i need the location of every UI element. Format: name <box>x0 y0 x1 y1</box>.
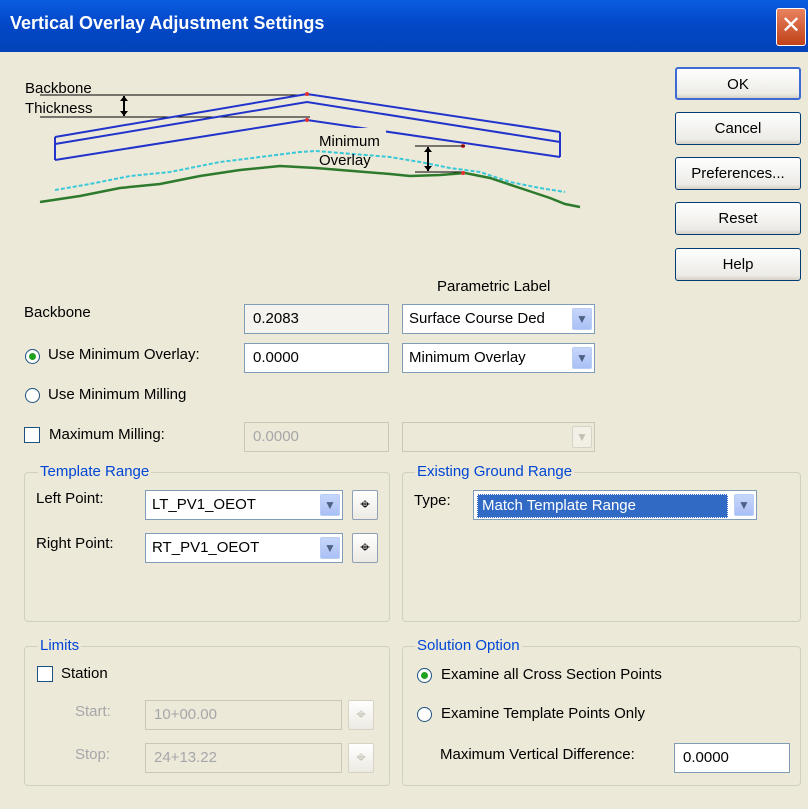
diagram-minimum-label: Minimum <box>319 133 380 150</box>
max-milling-field[interactable]: 0.0000 <box>244 422 389 452</box>
close-button[interactable]: ✕ <box>776 8 806 46</box>
max-vertical-diff-label: Maximum Vertical Difference: <box>440 746 635 763</box>
stop-pick-icon[interactable]: ⌖ <box>348 743 374 773</box>
chevron-down-icon[interactable]: ▼ <box>320 494 340 516</box>
left-point-value: LT_PV1_OEOT <box>152 496 256 513</box>
title-bar: Vertical Overlay Adjustment Settings ✕ <box>0 0 808 52</box>
ok-button[interactable]: OK <box>675 67 801 100</box>
right-point-select[interactable]: RT_PV1_OEOT ▼ <box>145 533 343 563</box>
existing-ground-range-title: Existing Ground Range <box>415 463 575 480</box>
start-label: Start: <box>75 703 111 720</box>
min-overlay-field[interactable]: 0.0000 <box>244 343 389 373</box>
original-ground-line <box>39 164 581 209</box>
diagram-backbone-label: Backbone <box>25 80 92 97</box>
type-select[interactable]: Match Template Range ▼ <box>473 490 757 520</box>
examine-template-radio[interactable] <box>417 707 432 722</box>
cancel-button[interactable]: Cancel <box>675 112 801 145</box>
right-point-label: Right Point: <box>36 535 114 552</box>
min-milling-radio[interactable] <box>25 388 40 403</box>
max-vertical-diff-field[interactable]: 0.0000 <box>674 743 790 773</box>
type-label: Type: <box>414 492 451 509</box>
chevron-down-icon[interactable]: ▼ <box>320 537 340 559</box>
right-point-pick-icon[interactable]: ⌖ <box>352 533 378 563</box>
max-milling-label: Maximum Milling: <box>49 426 165 443</box>
station-checkbox[interactable] <box>37 666 53 682</box>
backbone-parametric-value: Surface Course Ded <box>409 310 545 327</box>
examine-all-radio[interactable] <box>417 668 432 683</box>
stop-field[interactable]: 24+13.22 <box>145 743 342 773</box>
parametric-label-header: Parametric Label <box>437 278 551 295</box>
min-overlay-parametric-select[interactable]: Minimum Overlay ▼ <box>402 343 595 373</box>
backbone-bottom-line <box>54 118 561 161</box>
backbone-label: Backbone <box>24 304 91 321</box>
type-value: Match Template Range <box>477 494 728 518</box>
chevron-down-icon[interactable]: ▼ <box>572 347 592 369</box>
stop-label: Stop: <box>75 746 111 763</box>
max-milling-checkbox[interactable] <box>24 427 40 443</box>
min-overlay-parametric-value: Minimum Overlay <box>409 349 526 366</box>
diagram-thickness-label: Thickness <box>25 100 93 117</box>
station-label: Station <box>61 665 108 682</box>
backbone-field[interactable]: 0.2083 <box>244 304 389 334</box>
chevron-down-icon[interactable]: ▼ <box>572 308 592 330</box>
max-milling-parametric-select[interactable]: ▼ <box>402 422 595 452</box>
help-button[interactable]: Help <box>675 248 801 281</box>
min-overlay-radio[interactable] <box>25 349 40 364</box>
start-field[interactable]: 10+00.00 <box>145 700 342 730</box>
start-pick-icon[interactable]: ⌖ <box>348 700 374 730</box>
examine-all-label: Examine all Cross Section Points <box>441 666 662 683</box>
backbone-parametric-select[interactable]: Surface Course Ded ▼ <box>402 304 595 334</box>
left-point-label: Left Point: <box>36 490 104 507</box>
right-point-value: RT_PV1_OEOT <box>152 539 260 556</box>
template-range-title: Template Range <box>38 463 152 480</box>
limits-title: Limits <box>38 637 82 654</box>
left-point-pick-icon[interactable]: ⌖ <box>352 490 378 520</box>
examine-template-label: Examine Template Points Only <box>441 705 645 722</box>
min-overlay-label: Use Minimum Overlay: <box>48 346 200 363</box>
preferences-button[interactable]: Preferences... <box>675 157 801 190</box>
left-point-select[interactable]: LT_PV1_OEOT ▼ <box>145 490 343 520</box>
chevron-down-icon[interactable]: ▼ <box>734 494 754 516</box>
min-milling-label: Use Minimum Milling <box>48 386 187 403</box>
reset-button[interactable]: Reset <box>675 202 801 235</box>
overlay-diagram <box>39 92 581 209</box>
chevron-down-icon[interactable]: ▼ <box>572 426 592 448</box>
solution-option-title: Solution Option <box>415 637 522 654</box>
window-title: Vertical Overlay Adjustment Settings <box>10 13 325 33</box>
diagram-overlay-label: Overlay <box>319 152 371 169</box>
